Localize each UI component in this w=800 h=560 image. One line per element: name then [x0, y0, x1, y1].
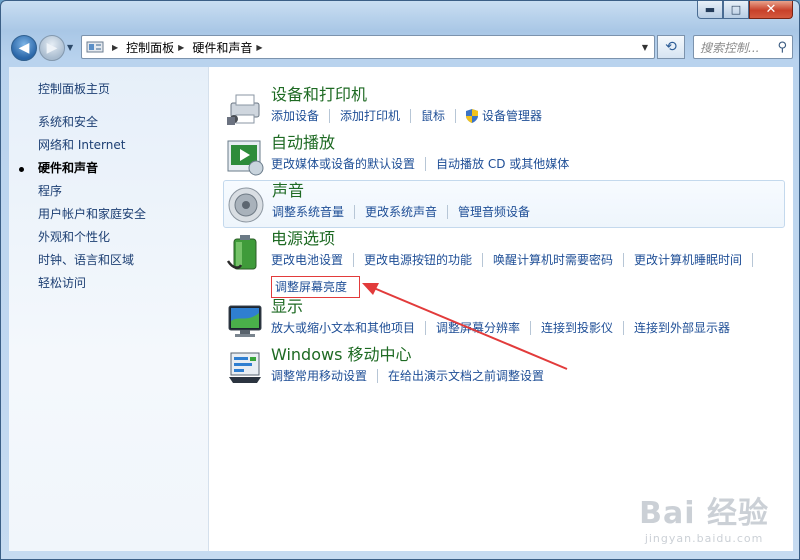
link-divider [623, 321, 625, 335]
category-links: 放大或缩小文本和其他项目 调整屏幕分辨率 连接到投影仪 连接到外部显示器 [271, 320, 730, 336]
close-button[interactable]: ✕ [749, 1, 793, 19]
breadcrumb-separator-icon[interactable]: ▶ [178, 43, 184, 52]
speaker-icon [228, 187, 264, 223]
breadcrumb-separator-icon[interactable]: ▶ [112, 43, 118, 52]
sidebar-item-user-accounts[interactable]: 用户帐户和家庭安全 [9, 206, 208, 229]
mobility-center-icon [229, 352, 261, 383]
breadcrumb-separator-icon[interactable]: ▶ [256, 43, 262, 52]
uac-shield-icon [466, 109, 479, 123]
forward-arrow-icon[interactable]: ▶ [39, 35, 65, 61]
link-divider [482, 253, 484, 267]
change-default-media-settings-link[interactable]: 更改媒体或设备的默认设置 [271, 156, 415, 172]
autoplay-cd-link[interactable]: 自动播放 CD 或其他媒体 [436, 156, 569, 172]
category-display: 显示 放大或缩小文本和其他项目 调整屏幕分辨率 连接到投影仪 连接到外部显示器 [223, 297, 785, 341]
control-panel-window: ▬ □ ✕ ◀ ▶ ▼ ▶ 控制面板 ▶ 硬件和声音 ▶ ▼ ⟲ 搜索控制...… [0, 0, 800, 560]
sidebar-item-system-security[interactable]: 系统和安全 [9, 114, 208, 137]
connect-external-display-link[interactable]: 连接到外部显示器 [634, 320, 730, 336]
search-placeholder: 搜索控制... [700, 40, 760, 55]
address-dropdown-icon[interactable]: ▼ [636, 36, 654, 58]
presentation-settings-link[interactable]: 在给出演示文档之前调整设置 [388, 368, 544, 384]
category-title[interactable]: 电源选项 [271, 229, 335, 249]
link-divider [354, 205, 356, 219]
search-input[interactable]: 搜索控制... ⚲ [693, 35, 793, 59]
category-devices-printers: 设备和打印机 添加设备 添加打印机 鼠标 设备管理器 [223, 85, 785, 129]
maximize-button[interactable]: □ [723, 1, 749, 19]
back-arrow-icon[interactable]: ◀ [11, 35, 37, 61]
sidebar-item-programs[interactable]: 程序 [9, 183, 208, 206]
category-autoplay: 自动播放 更改媒体或设备的默认设置 自动播放 CD 或其他媒体 [223, 133, 785, 177]
recent-pages-dropdown-icon[interactable]: ▼ [67, 43, 73, 52]
sidebar: 控制面板主页 系统和安全 网络和 Internet 硬件和声音 程序 用户帐户和… [9, 67, 209, 551]
adjust-mobility-settings-link[interactable]: 调整常用移动设置 [271, 368, 367, 384]
magnifier-icon[interactable]: ⚲ [777, 40, 787, 55]
category-links-row2: 调整屏幕亮度 [271, 276, 361, 298]
main-content: 设备和打印机 添加设备 添加打印机 鼠标 设备管理器 自动播放 更改媒体或设备的… [209, 67, 793, 551]
link-divider [752, 253, 754, 267]
device-manager-link[interactable]: 设备管理器 [482, 108, 542, 124]
category-title[interactable]: Windows 移动中心 [271, 345, 412, 365]
mouse-link[interactable]: 鼠标 [421, 108, 445, 124]
refresh-icon[interactable]: ⟲ [657, 35, 685, 59]
monitor-icon [228, 305, 262, 337]
category-links: 调整常用移动设置 在给出演示文档之前调整设置 [271, 368, 544, 384]
adjust-system-volume-link[interactable]: 调整系统音量 [272, 204, 344, 220]
sidebar-item-hardware-sound[interactable]: 硬件和声音 [9, 160, 208, 183]
change-system-sounds-link[interactable]: 更改系统声音 [365, 204, 437, 220]
category-power-options: 电源选项 更改电池设置 更改电源按钮的功能 唤醒计算机时需要密码 更改计算机睡眠… [223, 229, 785, 298]
category-links: 添加设备 添加打印机 鼠标 设备管理器 [271, 108, 542, 124]
link-divider [425, 321, 427, 335]
link-divider [623, 253, 625, 267]
connect-to-projector-link[interactable]: 连接到投影仪 [541, 320, 613, 336]
enlarge-text-link[interactable]: 放大或缩小文本和其他项目 [271, 320, 415, 336]
link-divider [425, 157, 427, 171]
link-divider [329, 109, 331, 123]
change-battery-settings-link[interactable]: 更改电池设置 [271, 252, 343, 268]
sidebar-item-appearance[interactable]: 外观和个性化 [9, 229, 208, 252]
watermark: Bai 经验 jingyan.baidu.com [639, 488, 769, 545]
minimize-button[interactable]: ▬ [697, 1, 723, 19]
category-title[interactable]: 显示 [271, 297, 303, 317]
address-bar[interactable]: ▶ 控制面板 ▶ 硬件和声音 ▶ ▼ [81, 35, 655, 59]
sidebar-item-ease-of-access[interactable]: 轻松访问 [9, 275, 208, 298]
adjust-screen-resolution-link[interactable]: 调整屏幕分辨率 [436, 320, 520, 336]
category-links: 更改媒体或设备的默认设置 自动播放 CD 或其他媒体 [271, 156, 569, 172]
sidebar-item-network[interactable]: 网络和 Internet [9, 137, 208, 160]
change-sleep-time-link[interactable]: 更改计算机睡眠时间 [634, 252, 742, 268]
link-divider [353, 253, 355, 267]
breadcrumb-control-panel[interactable]: 控制面板 [126, 39, 174, 56]
add-device-link[interactable]: 添加设备 [271, 108, 319, 124]
link-divider [530, 321, 532, 335]
manage-audio-devices-link[interactable]: 管理音频设备 [458, 204, 530, 220]
control-panel-icon [86, 41, 104, 53]
category-title[interactable]: 设备和打印机 [271, 85, 367, 105]
watermark-url: jingyan.baidu.com [644, 532, 764, 545]
category-mobility-center: Windows 移动中心 调整常用移动设置 在给出演示文档之前调整设置 [223, 345, 785, 389]
caption-buttons: ▬ □ ✕ [697, 1, 793, 19]
battery-icon [226, 235, 257, 270]
category-title[interactable]: 声音 [272, 181, 304, 201]
category-links: 调整系统音量 更改系统声音 管理音频设备 [272, 204, 530, 220]
add-printer-link[interactable]: 添加打印机 [340, 108, 400, 124]
category-links: 更改电池设置 更改电源按钮的功能 唤醒计算机时需要密码 更改计算机睡眠时间 [271, 252, 763, 268]
category-title[interactable]: 自动播放 [271, 133, 335, 153]
navigation-bar: ◀ ▶ ▼ ▶ 控制面板 ▶ 硬件和声音 ▶ ▼ ⟲ 搜索控制... ⚲ [1, 31, 799, 63]
link-divider [377, 369, 379, 383]
adjust-screen-brightness-link[interactable]: 调整屏幕亮度 [271, 276, 361, 298]
breadcrumb-hardware-and-sound[interactable]: 硬件和声音 [192, 39, 252, 56]
watermark-logo: Bai 经验 [639, 496, 769, 531]
link-divider [455, 109, 457, 123]
link-divider [410, 109, 412, 123]
sidebar-item-home[interactable]: 控制面板主页 [9, 81, 208, 104]
sidebar-item-clock-region[interactable]: 时钟、语言和区域 [9, 252, 208, 275]
autoplay-icon [227, 140, 264, 176]
change-power-buttons-link[interactable]: 更改电源按钮的功能 [364, 252, 472, 268]
category-sound: 声音 调整系统音量 更改系统声音 管理音频设备 [223, 180, 785, 228]
link-divider [447, 205, 449, 219]
require-password-on-wakeup-link[interactable]: 唤醒计算机时需要密码 [493, 252, 613, 268]
printer-icon [227, 94, 260, 125]
